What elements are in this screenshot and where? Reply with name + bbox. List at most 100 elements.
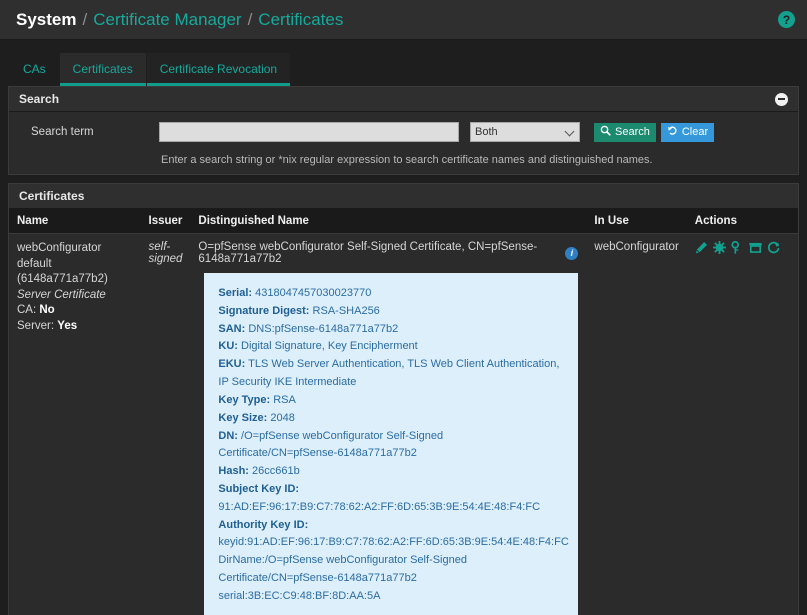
tab-certificates[interactable]: Certificates xyxy=(60,53,146,86)
breadcrumb-bar: System / Certificate Manager / Certifica… xyxy=(0,0,807,40)
detail-eku: EKU: TLS Web Server Authentication, TLS … xyxy=(218,356,564,392)
edit-certificate-icon[interactable] xyxy=(695,241,708,254)
certificates-panel: Certificates Name Issuer Distinguished N… xyxy=(8,183,799,615)
distinguished-name-line: O=pfSense webConfigurator Self-Signed Ce… xyxy=(198,241,578,265)
detail-ku-label: KU: xyxy=(218,340,238,352)
tab-bar: CAs Certificates Certificate Revocation xyxy=(0,40,807,86)
breadcrumb-root: System xyxy=(16,10,76,30)
reissue-certificate-icon[interactable] xyxy=(767,241,780,254)
ca-value: No xyxy=(39,304,54,316)
detail-dn-value: /O=pfSense webConfigurator Self-Signed C… xyxy=(218,430,443,460)
export-p12-icon[interactable] xyxy=(749,241,762,254)
detail-subject-key-label: Subject Key ID: xyxy=(218,483,299,495)
detail-san: SAN: DNS:pfSense-6148a771a77b2 xyxy=(218,321,564,339)
certificate-ca-flag: CA: No xyxy=(17,303,133,319)
search-term-label: Search term xyxy=(17,126,159,138)
detail-hash-label: Hash: xyxy=(218,465,249,477)
detail-sigdigest-value: RSA-SHA256 xyxy=(313,305,380,317)
detail-eku-label: EKU: xyxy=(218,358,245,370)
detail-sigdigest: Signature Digest: RSA-SHA256 xyxy=(218,303,564,321)
detail-authority-key-id: Authority Key ID: xyxy=(218,517,564,535)
detail-keytype-value: RSA xyxy=(273,394,296,406)
search-button[interactable]: Search xyxy=(594,123,656,142)
certificate-type: Server Certificate xyxy=(17,288,133,304)
certificates-panel-header: Certificates xyxy=(9,184,798,209)
search-scope-select[interactable]: Both xyxy=(470,122,580,142)
search-panel: Search Search term Both Search xyxy=(8,86,799,175)
table-header-row: Name Issuer Distinguished Name In Use Ac… xyxy=(9,209,798,234)
certificates-panel-title: Certificates xyxy=(19,189,84,203)
search-panel-title: Search xyxy=(19,92,59,106)
search-input[interactable] xyxy=(159,122,459,142)
detail-keytype-label: Key Type: xyxy=(218,394,270,406)
tab-certificate-revocation[interactable]: Certificate Revocation xyxy=(147,53,290,86)
column-header-name: Name xyxy=(9,209,141,234)
cell-issuer: self-signed xyxy=(141,234,191,615)
breadcrumb-certificates[interactable]: Certificates xyxy=(258,10,343,30)
breadcrumb: System / Certificate Manager / Certifica… xyxy=(16,10,343,30)
search-button-label: Search xyxy=(615,127,650,138)
detail-keysize-value: 2048 xyxy=(270,412,294,424)
column-header-in-use: In Use xyxy=(586,209,686,234)
column-header-distinguished-name: Distinguished Name xyxy=(190,209,586,234)
detail-keysize-label: Key Size: xyxy=(218,412,267,424)
action-icons xyxy=(695,241,790,254)
search-panel-body: Search term Both Search xyxy=(9,112,798,174)
table-row: webConfigurator default (6148a771a77b2) … xyxy=(9,234,798,615)
undo-icon xyxy=(667,125,678,139)
clear-button[interactable]: Clear xyxy=(661,123,714,142)
search-scope-wrap: Both xyxy=(459,122,580,142)
detail-san-value: DNS:pfSense-6148a771a77b2 xyxy=(248,323,398,335)
detail-dn-label: DN: xyxy=(218,430,238,442)
search-form-row: Search term Both Search xyxy=(9,122,798,142)
detail-sigdigest-label: Signature Digest: xyxy=(218,305,309,317)
server-label: Server: xyxy=(17,320,54,332)
breadcrumb-separator-1: / xyxy=(82,10,87,30)
certificate-name-line2: (6148a771a77b2) xyxy=(17,272,133,288)
detail-authority-serial: serial:3B:EC:C9:48:BF:8D:AA:5A xyxy=(218,588,564,606)
tab-cas[interactable]: CAs xyxy=(10,53,59,86)
detail-san-label: SAN: xyxy=(218,323,245,335)
detail-dn: DN: /O=pfSense webConfigurator Self-Sign… xyxy=(218,428,564,464)
cell-name: webConfigurator default (6148a771a77b2) … xyxy=(9,234,141,615)
help-icon[interactable]: ? xyxy=(778,11,795,28)
detail-authority-keyid: keyid:91:AD:EF:96:17:B9:C7:78:62:A2:FF:6… xyxy=(218,534,564,552)
info-circle-icon[interactable]: i xyxy=(565,247,578,260)
detail-authority-key-label: Authority Key ID: xyxy=(218,519,308,531)
detail-serial: Serial: 4318047457030023770 xyxy=(218,285,564,303)
detail-authority-dirname: DirName:/O=pfSense webConfigurator Self-… xyxy=(218,552,564,588)
pfsense-certificate-manager-page: System / Certificate Manager / Certifica… xyxy=(0,0,807,615)
cell-distinguished-name: O=pfSense webConfigurator Self-Signed Ce… xyxy=(190,234,586,615)
certificate-server-flag: Server: Yes xyxy=(17,319,133,335)
certificates-table: Name Issuer Distinguished Name In Use Ac… xyxy=(9,209,798,615)
detail-serial-label: Serial: xyxy=(218,287,252,299)
detail-spacer xyxy=(218,606,564,615)
export-key-icon[interactable] xyxy=(731,241,744,254)
detail-keysize: Key Size: 2048 xyxy=(218,410,564,428)
server-value: Yes xyxy=(57,320,77,332)
minus-circle-icon[interactable] xyxy=(775,93,788,106)
ca-label: CA: xyxy=(17,304,36,316)
certificate-name-line1: webConfigurator default xyxy=(17,241,133,272)
clear-button-label: Clear xyxy=(682,127,708,138)
breadcrumb-certificate-manager[interactable]: Certificate Manager xyxy=(93,10,241,30)
distinguished-name-text: O=pfSense webConfigurator Self-Signed Ce… xyxy=(198,241,557,265)
detail-ku-value: Digital Signature, Key Encipherment xyxy=(241,340,418,352)
detail-subject-key-id: Subject Key ID: 91:AD:EF:96:17:B9:C7:78:… xyxy=(218,481,564,517)
column-header-issuer: Issuer xyxy=(141,209,191,234)
detail-hash-value: 26cc661b xyxy=(252,465,300,477)
detail-subject-key-value: 91:AD:EF:96:17:B9:C7:78:62:A2:FF:6D:65:3… xyxy=(218,501,540,513)
search-panel-header: Search xyxy=(9,87,798,112)
detail-keytype: Key Type: RSA xyxy=(218,392,564,410)
search-help-text: Enter a search string or *nix regular ex… xyxy=(9,142,798,166)
export-certificate-icon[interactable] xyxy=(713,241,726,254)
detail-serial-value: 4318047457030023770 xyxy=(255,287,371,299)
search-icon xyxy=(600,125,611,139)
detail-hash: Hash: 26cc661b xyxy=(218,463,564,481)
breadcrumb-separator-2: / xyxy=(248,10,253,30)
cell-in-use: webConfigurator xyxy=(586,234,686,615)
column-header-actions: Actions xyxy=(687,209,798,234)
detail-eku-value: TLS Web Server Authentication, TLS Web C… xyxy=(218,358,559,388)
cell-actions xyxy=(687,234,798,615)
detail-ku: KU: Digital Signature, Key Encipherment xyxy=(218,338,564,356)
